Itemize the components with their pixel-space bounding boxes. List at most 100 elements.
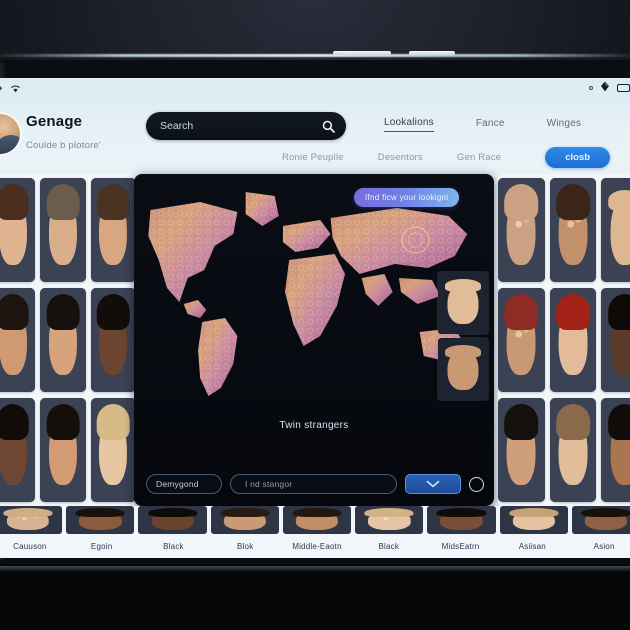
face-thumbnail	[0, 288, 36, 392]
bottom-category-label: Middle-Eaotn	[292, 541, 342, 551]
battery-icon	[617, 84, 630, 92]
nav-item-desentors[interactable]: Desentors	[378, 152, 423, 163]
face-thumbnail	[0, 178, 36, 282]
bottom-face-thumbnail[interactable]	[138, 506, 207, 534]
face-thumbnail-card[interactable]	[40, 288, 86, 392]
brand-subtitle: Coulde b plotore'	[26, 140, 101, 151]
thumbnail-grid-row	[0, 178, 136, 282]
bottom-face-thumbnail[interactable]	[282, 506, 352, 534]
face-thumbnail-card[interactable]	[601, 288, 630, 392]
face-thumbnail	[90, 288, 136, 392]
face-thumbnail-card[interactable]	[498, 178, 545, 282]
map-badge[interactable]: Ifnd ficw your lookigni	[354, 188, 460, 207]
face-thumbnail-card[interactable]	[601, 398, 630, 502]
bottom-face-thumbnail[interactable]	[66, 506, 135, 534]
nav-item-lookalions[interactable]: Lookalions	[384, 117, 434, 132]
bezel-bottom-edge	[0, 566, 630, 572]
face-thumbnail-card[interactable]	[549, 288, 597, 392]
closb-button[interactable]: closb	[545, 147, 611, 168]
chevron-down-icon	[426, 475, 440, 493]
face-thumbnail	[40, 288, 86, 392]
bottom-face-thumbnail[interactable]	[499, 506, 568, 534]
map-side-faces	[438, 272, 488, 400]
wifi-icon	[10, 84, 21, 93]
thumbnail-grid-left	[0, 174, 136, 506]
bottom-label-row: Cauuson Egoin Black Blok Middle-Eaotn Black Mi…	[0, 536, 630, 556]
thumbnail-grid-row	[498, 288, 630, 392]
status-bar-right	[589, 79, 630, 97]
bottom-category-label: Cauuson	[13, 541, 47, 551]
nav-item-gen-race[interactable]: Gen Race	[457, 152, 501, 163]
face-thumbnail	[601, 288, 630, 392]
face-thumbnail-card[interactable]	[40, 178, 86, 282]
page-title: Genage	[26, 113, 83, 130]
bottom-face-thumbnail[interactable]	[210, 506, 279, 534]
bottom-face-thumbnail[interactable]	[571, 506, 630, 534]
face-thumbnail-card[interactable]	[90, 398, 136, 502]
face-thumbnail-card[interactable]	[90, 288, 136, 392]
bottom-face-thumbnail[interactable]	[427, 506, 496, 534]
face-thumbnail	[40, 178, 86, 282]
status-bar: ⏵	[0, 78, 630, 98]
face-thumbnail-card[interactable]	[90, 178, 136, 282]
thumbnail-grid-row	[498, 178, 630, 282]
map-panel: Ifnd ficw your lookigni Twin strangers D…	[134, 174, 494, 506]
bottom-category-label: Egoin	[90, 541, 113, 551]
face-thumbnail	[90, 178, 136, 282]
search-placeholder: Search	[160, 120, 194, 132]
bottom-category-label: Black	[163, 541, 184, 551]
user-avatar[interactable]	[0, 114, 20, 154]
speaker-slot-left	[333, 51, 391, 55]
tablet-screen: ⏵ Genage Coulde b plotore' Search Lookal…	[0, 78, 630, 558]
app-header: Genage Coulde b plotore' Search Lookalio…	[0, 96, 630, 176]
signal-icon: ⏵	[0, 82, 3, 93]
search-input[interactable]: Search	[146, 112, 346, 140]
status-bar-left: ⏵	[0, 82, 21, 93]
thumbnail-grid-row	[498, 398, 630, 502]
face-thumbnail	[549, 398, 597, 502]
face-thumbnail-card[interactable]	[0, 288, 36, 392]
bottom-category-label: Black	[378, 541, 400, 551]
side-face-card-1[interactable]	[438, 272, 488, 334]
face-thumbnail	[90, 398, 136, 502]
face-thumbnail	[549, 288, 597, 392]
face-thumbnail	[498, 288, 545, 392]
map-controls: Demygond I nd stangor	[146, 474, 484, 494]
side-face-card-2[interactable]	[438, 338, 488, 400]
face-thumbnail	[498, 398, 545, 502]
map-caption: Twin strangers	[279, 420, 349, 431]
bezel-top-edge	[0, 54, 630, 57]
face-thumbnail-card[interactable]	[40, 398, 86, 502]
circle-toggle-icon[interactable]	[469, 476, 484, 492]
bottom-face-thumbnail[interactable]	[0, 506, 63, 534]
nav-item-winges[interactable]: Winges	[547, 118, 582, 132]
thumbnail-grid-right	[498, 174, 630, 506]
speaker-slot-right	[409, 51, 455, 55]
location-icon	[600, 79, 610, 97]
face-thumbnail-card[interactable]	[0, 178, 36, 282]
face-thumbnail-card[interactable]	[549, 178, 597, 282]
nav-primary: Lookalions Fance Winges	[384, 117, 581, 132]
face-thumbnail	[40, 398, 86, 502]
face-thumbnail	[498, 178, 545, 282]
dropdown-button[interactable]	[405, 474, 461, 494]
bottom-face-thumbnail[interactable]	[355, 506, 424, 534]
face-thumbnail-card[interactable]	[601, 178, 630, 282]
bottom-strip: Cauuson Egoin Black Blok Middle-Eaotn Black Mi…	[0, 506, 630, 558]
nav-item-ronie-peuplle[interactable]: Ronie Peuplle	[282, 152, 344, 163]
face-thumbnail	[601, 398, 630, 502]
filter-pill[interactable]: Demygond	[146, 474, 222, 494]
face-thumbnail-card[interactable]	[498, 288, 545, 392]
nav-secondary: Ronie Peuplle Desentors Gen Race closb	[282, 147, 611, 168]
tablet-device-frame: ⏵ Genage Coulde b plotore' Search Lookal…	[0, 0, 630, 630]
bottom-thumbnail-row	[0, 506, 630, 534]
nav-item-fance[interactable]: Fance	[476, 118, 505, 132]
search-icon[interactable]	[322, 120, 335, 133]
brand-block: Genage Coulde b plotore'	[26, 113, 101, 151]
bottom-category-label: Asion	[593, 541, 615, 551]
face-thumbnail-card[interactable]	[549, 398, 597, 502]
face-thumbnail-card[interactable]	[498, 398, 545, 502]
face-thumbnail-card[interactable]	[0, 398, 36, 502]
map-search-input[interactable]: I nd stangor	[230, 474, 397, 494]
bottom-category-label: Blok	[237, 541, 254, 551]
